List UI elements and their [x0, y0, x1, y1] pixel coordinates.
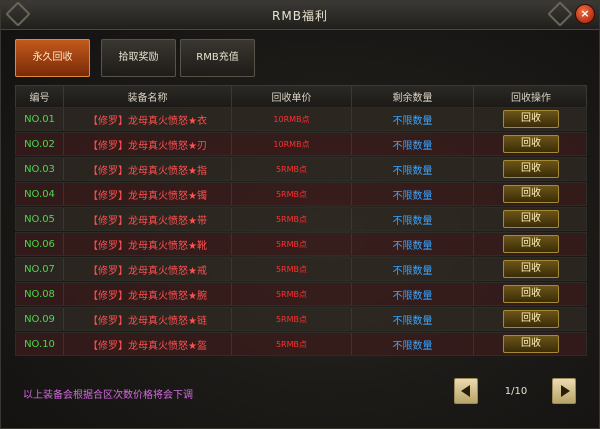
row-id: NO.03	[16, 158, 64, 180]
remaining-qty: 不限数量	[352, 133, 474, 155]
action-cell: 回收	[474, 283, 588, 305]
remaining-qty: 不限数量	[352, 333, 474, 355]
remaining-qty: 不限数量	[352, 283, 474, 305]
recycle-button[interactable]: 回收	[503, 335, 559, 353]
recycle-button[interactable]: 回收	[503, 285, 559, 303]
action-cell: 回收	[474, 133, 588, 155]
recycle-button[interactable]: 回收	[503, 185, 559, 203]
item-name: 【修罗】龙母真火愤怒★靴	[64, 233, 232, 255]
remaining-qty: 不限数量	[352, 108, 474, 130]
row-id: NO.02	[16, 133, 64, 155]
recycle-button[interactable]: 回收	[503, 310, 559, 328]
row-id: NO.05	[16, 208, 64, 230]
remaining-qty: 不限数量	[352, 158, 474, 180]
recycle-button[interactable]: 回收	[503, 110, 559, 128]
table-row: NO.02 【修罗】龙母真火愤怒★刃 10RMB点 不限数量 回收	[15, 132, 587, 156]
row-id: NO.04	[16, 183, 64, 205]
recycle-button[interactable]: 回收	[503, 135, 559, 153]
prev-page-button[interactable]	[454, 378, 478, 404]
action-cell: 回收	[474, 158, 588, 180]
remaining-qty: 不限数量	[352, 233, 474, 255]
item-name: 【修罗】龙母真火愤怒★盔	[64, 333, 232, 355]
row-id: NO.01	[16, 108, 64, 130]
action-cell: 回收	[474, 333, 588, 355]
table-row: NO.05 【修罗】龙母真火愤怒★带 5RMB点 不限数量 回收	[15, 207, 587, 231]
title-bar[interactable]: RMB福利 ×	[1, 1, 599, 30]
table-row: NO.09 【修罗】龙母真火愤怒★链 5RMB点 不限数量 回收	[15, 307, 587, 331]
table-row: NO.06 【修罗】龙母真火愤怒★靴 5RMB点 不限数量 回收	[15, 232, 587, 256]
row-id: NO.06	[16, 233, 64, 255]
item-name: 【修罗】龙母真火愤怒★指	[64, 158, 232, 180]
header-price: 回收单价	[232, 86, 352, 107]
recycle-button[interactable]: 回收	[503, 160, 559, 178]
remaining-qty: 不限数量	[352, 183, 474, 205]
row-id: NO.08	[16, 283, 64, 305]
recycle-button[interactable]: 回收	[503, 235, 559, 253]
action-cell: 回收	[474, 183, 588, 205]
recycle-button[interactable]: 回收	[503, 210, 559, 228]
table-row: NO.07 【修罗】龙母真火愤怒★戒 5RMB点 不限数量 回收	[15, 257, 587, 281]
next-page-button[interactable]	[552, 378, 576, 404]
header-qty: 剩余数量	[352, 86, 474, 107]
recycle-table: 编号 装备名称 回收单价 剩余数量 回收操作 NO.01 【修罗】龙母真火愤怒★衣…	[15, 85, 587, 365]
header-id: 编号	[16, 86, 64, 107]
table-row: NO.08 【修罗】龙母真火愤怒★腕 5RMB点 不限数量 回收	[15, 282, 587, 306]
item-name: 【修罗】龙母真火愤怒★镯	[64, 183, 232, 205]
unit-price: 5RMB点	[232, 183, 352, 205]
page-indicator: 1/10	[504, 386, 528, 397]
action-cell: 回收	[474, 233, 588, 255]
header-action: 回收操作	[511, 93, 551, 104]
item-name: 【修罗】龙母真火愤怒★刃	[64, 133, 232, 155]
table-row: NO.03 【修罗】龙母真火愤怒★指 5RMB点 不限数量 回收	[15, 157, 587, 181]
unit-price: 5RMB点	[232, 233, 352, 255]
unit-price: 5RMB点	[232, 308, 352, 330]
row-id: NO.09	[16, 308, 64, 330]
arrow-right-icon	[561, 385, 570, 397]
item-name: 【修罗】龙母真火愤怒★衣	[64, 108, 232, 130]
table-row: NO.01 【修罗】龙母真火愤怒★衣 10RMB点 不限数量 回收	[15, 107, 587, 131]
tab-pickup-reward[interactable]: 拾取奖励	[101, 39, 176, 77]
item-name: 【修罗】龙母真火愤怒★带	[64, 208, 232, 230]
item-name: 【修罗】龙母真火愤怒★戒	[64, 258, 232, 280]
tab-permanent-recycle[interactable]: 永久回收	[15, 39, 90, 77]
remaining-qty: 不限数量	[352, 208, 474, 230]
unit-price: 5RMB点	[232, 258, 352, 280]
unit-price: 5RMB点	[232, 333, 352, 355]
arrow-left-icon	[461, 385, 470, 397]
header-name: 装备名称	[64, 86, 232, 107]
remaining-qty: 不限数量	[352, 308, 474, 330]
rmb-welfare-window: RMB福利 × 永久回收 拾取奖励 RMB充值 编号 装备名称 回收单价 剩余数…	[0, 0, 600, 429]
action-cell: 回收	[474, 258, 588, 280]
table-header: 编号 装备名称 回收单价 剩余数量 回收操作	[15, 85, 587, 108]
window-title: RMB福利	[272, 9, 328, 23]
action-cell: 回收	[474, 208, 588, 230]
unit-price: 5RMB点	[232, 283, 352, 305]
unit-price: 5RMB点	[232, 208, 352, 230]
price-adjust-note: 以上装备会根据合区次数价格将会下调	[23, 390, 193, 401]
unit-price: 10RMB点	[232, 108, 352, 130]
tab-rmb-recharge[interactable]: RMB充值	[180, 39, 255, 77]
close-icon[interactable]: ×	[575, 4, 595, 24]
item-name: 【修罗】龙母真火愤怒★链	[64, 308, 232, 330]
action-cell: 回收	[474, 108, 588, 130]
row-id: NO.10	[16, 333, 64, 355]
unit-price: 5RMB点	[232, 158, 352, 180]
unit-price: 10RMB点	[232, 133, 352, 155]
table-row: NO.04 【修罗】龙母真火愤怒★镯 5RMB点 不限数量 回收	[15, 182, 587, 206]
item-name: 【修罗】龙母真火愤怒★腕	[64, 283, 232, 305]
table-row: NO.10 【修罗】龙母真火愤怒★盔 5RMB点 不限数量 回收	[15, 332, 587, 356]
action-cell: 回收	[474, 308, 588, 330]
row-id: NO.07	[16, 258, 64, 280]
remaining-qty: 不限数量	[352, 258, 474, 280]
recycle-button[interactable]: 回收	[503, 260, 559, 278]
